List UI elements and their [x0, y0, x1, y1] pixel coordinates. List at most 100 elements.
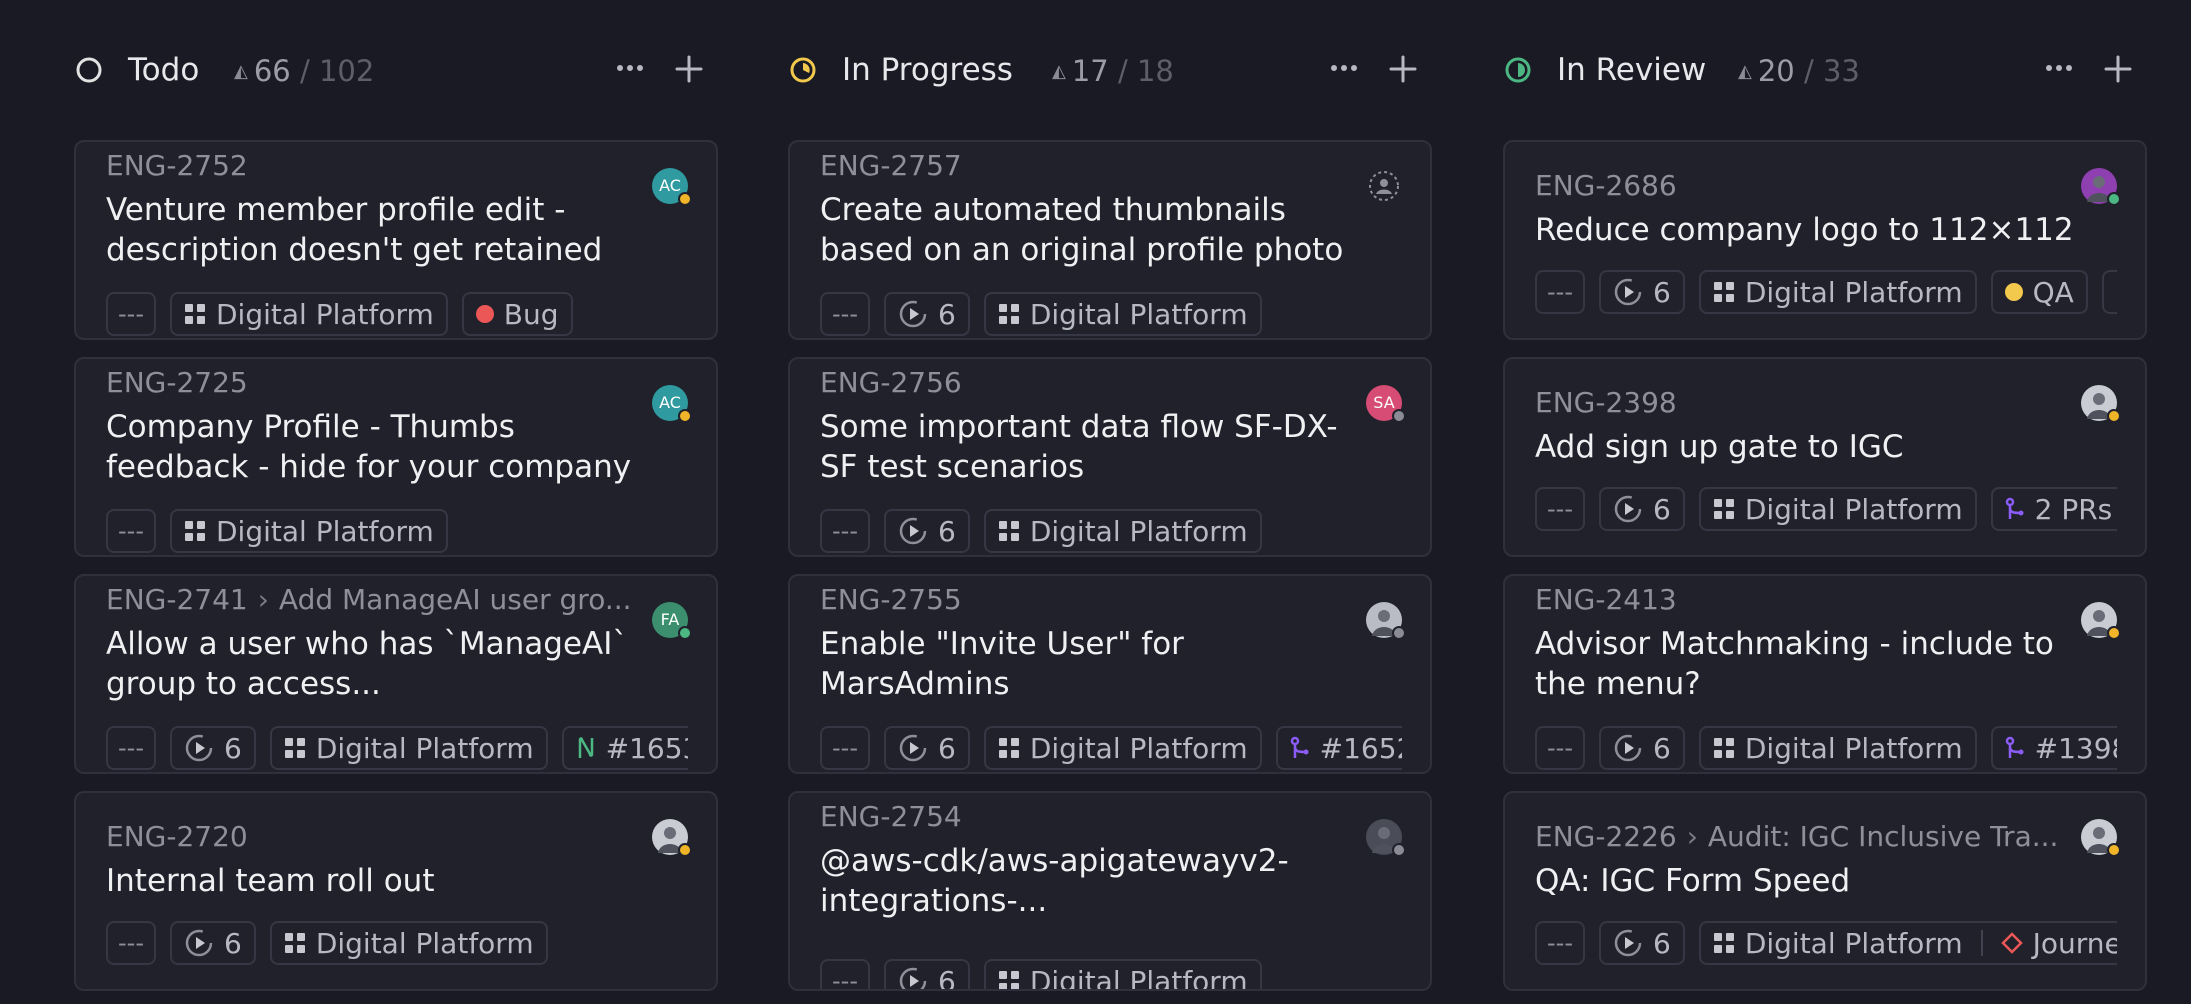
- milestone-label: Journeys -: [2032, 926, 2117, 960]
- cycle-chip[interactable]: 6: [169, 921, 256, 965]
- add-issue-icon[interactable]: [1386, 52, 1420, 86]
- cycle-chip[interactable]: 6: [883, 509, 970, 553]
- cycle-chip[interactable]: 6: [1598, 487, 1685, 531]
- priority-chip[interactable]: ---: [820, 292, 870, 336]
- pull-request-chip[interactable]: #1653: [561, 726, 688, 770]
- project-chip[interactable]: Digital Platform: [169, 509, 448, 553]
- estimate-total: / 18: [1117, 54, 1174, 88]
- priority-chip[interactable]: ---: [106, 726, 156, 770]
- pull-request-chip[interactable]: #1398: [1990, 726, 2117, 770]
- add-issue-icon[interactable]: [2101, 52, 2135, 86]
- more-options-icon[interactable]: [2041, 50, 2077, 86]
- issue-id: ENG-2686: [1535, 169, 1677, 202]
- priority-chip[interactable]: ---: [820, 959, 870, 989]
- issue-title: @aws-cdk/aws-apigatewayv2-integrations-.…: [820, 843, 1289, 919]
- column-estimate-count: ◭ 17 / 18: [1052, 52, 1174, 91]
- issue-card[interactable]: ENG-2413 Advisor Matchmaking - include to…: [1503, 574, 2147, 774]
- pull-request-chip[interactable]: #163: [2101, 270, 2117, 314]
- project-chip[interactable]: Digital Platform: [269, 921, 548, 965]
- assignee-avatar[interactable]: FA: [652, 602, 692, 640]
- cycle-icon: [1613, 277, 1643, 307]
- assignee-photo-avatar[interactable]: [2081, 385, 2121, 423]
- label-chip[interactable]: QA: [1990, 270, 2088, 314]
- priority-chip[interactable]: ---: [106, 292, 156, 336]
- issue-card[interactable]: ENG-2398 Add sign up gate to IGC --- 6 Digit…: [1503, 357, 2147, 557]
- chip-label: Digital Platform: [1744, 492, 1963, 526]
- parent-issue-title[interactable]: Audit: IGC Inclusive Tra...: [1708, 820, 2059, 853]
- cycle-chip[interactable]: 6: [883, 726, 970, 770]
- unassigned-icon[interactable]: [1366, 168, 1402, 204]
- add-issue-icon[interactable]: [672, 52, 706, 86]
- assignee-photo-avatar[interactable]: [1366, 819, 1406, 857]
- priority-chip[interactable]: ---: [820, 509, 870, 553]
- issue-card[interactable]: ENG-2755 Enable "Invite User" for MarsAdm…: [788, 574, 1432, 774]
- priority-chip[interactable]: ---: [1535, 921, 1585, 965]
- issue-title: Company Profile - Thumbs feedback - hide…: [106, 409, 632, 485]
- issue-id: ENG-2757: [820, 149, 962, 182]
- project-chip[interactable]: Digital Platform: [983, 509, 1262, 553]
- issue-identifier: ENG-2398: [1535, 385, 1677, 421]
- assignee-avatar[interactable]: SA: [1366, 385, 1406, 423]
- chip-label: Digital Platform: [215, 514, 434, 548]
- issue-card[interactable]: ENG-2741 › Add ManageAI user gro... Allow a…: [74, 574, 718, 774]
- presence-dot: [1392, 409, 1406, 423]
- priority-chip[interactable]: ---: [106, 921, 156, 965]
- project-chip[interactable]: Digital Platform: [269, 726, 548, 770]
- project-chip[interactable]: Digital Platform: [1698, 726, 1977, 770]
- label-chip[interactable]: Bug: [461, 292, 573, 336]
- pull-request-chip[interactable]: #1652: [1275, 726, 1402, 770]
- assignee-avatar[interactable]: AC: [652, 168, 692, 206]
- cycle-icon: [1613, 928, 1643, 958]
- milestone-icon: [2000, 932, 2023, 954]
- priority-chip[interactable]: ---: [106, 509, 156, 553]
- cycle-chip[interactable]: 6: [883, 292, 970, 336]
- priority-chip[interactable]: ---: [1535, 726, 1585, 770]
- assignee-photo-avatar[interactable]: [2081, 819, 2121, 857]
- issue-card[interactable]: ENG-2756 Some important data flow SF-DX-S…: [788, 357, 1432, 557]
- assignee-photo-avatar[interactable]: [2081, 168, 2121, 206]
- presence-dot: [1392, 843, 1406, 857]
- issue-title: Add sign up gate to IGC: [1535, 429, 1904, 465]
- project-chip[interactable]: Digital Platform: [983, 726, 1262, 770]
- issue-card[interactable]: ENG-2757 Create automated thumbnails base…: [788, 140, 1432, 340]
- in-progress-status-icon: [788, 55, 818, 85]
- column-header: Todo ◭ 66 / 102: [74, 42, 718, 98]
- assignee-photo-avatar[interactable]: [1366, 602, 1406, 640]
- more-options-icon[interactable]: [1326, 50, 1362, 86]
- cycle-chip[interactable]: 6: [1598, 921, 1685, 965]
- pull-request-chip[interactable]: 2 PRs: [1990, 487, 2117, 531]
- project-chip[interactable]: Digital Platform: [983, 959, 1262, 989]
- cycle-icon: [184, 733, 214, 763]
- project-chip[interactable]: Digital Platform: [1698, 487, 1977, 531]
- priority-chip[interactable]: ---: [820, 726, 870, 770]
- merged-pr-icon: [1290, 736, 1310, 760]
- issue-card[interactable]: ENG-2226 › Audit: IGC Inclusive Tra... QA: …: [1503, 791, 2147, 991]
- chip-label: 6: [1652, 275, 1671, 309]
- issue-card[interactable]: ENG-2686 Reduce company logo to 112×112 --…: [1503, 140, 2147, 340]
- assignee-avatar[interactable]: AC: [652, 385, 692, 423]
- project-icon: [284, 737, 306, 759]
- project-chip[interactable]: Digital Platform: [983, 292, 1262, 336]
- issue-card[interactable]: ENG-2754 @aws-cdk/aws-apigatewayv2-integr…: [788, 791, 1432, 991]
- assignee-photo-avatar[interactable]: [652, 819, 692, 857]
- chip-label: ---: [118, 517, 144, 545]
- priority-chip[interactable]: ---: [1535, 270, 1585, 314]
- presence-dot: [678, 843, 692, 857]
- cycle-chip[interactable]: 6: [883, 959, 970, 989]
- cycle-chip[interactable]: 6: [169, 726, 256, 770]
- project-chip[interactable]: Digital Platform: [169, 292, 448, 336]
- priority-chip[interactable]: ---: [1535, 487, 1585, 531]
- issue-card[interactable]: ENG-2725 Company Profile - Thumbs feedbac…: [74, 357, 718, 557]
- issue-card[interactable]: ENG-2752 Venture member profile edit - de…: [74, 140, 718, 340]
- project-icon: [998, 970, 1020, 989]
- issue-identifier: ENG-2755: [820, 582, 962, 618]
- chip-label: ---: [832, 300, 858, 328]
- cycle-chip[interactable]: 6: [1598, 270, 1685, 314]
- parent-issue-title[interactable]: Add ManageAI user gro...: [279, 583, 632, 616]
- project-chip[interactable]: Digital Platform: [1698, 270, 1977, 314]
- assignee-photo-avatar[interactable]: [2081, 602, 2121, 640]
- project-chip[interactable]: Digital Platform Journeys -: [1698, 921, 2117, 965]
- more-options-icon[interactable]: [612, 50, 648, 86]
- issue-card[interactable]: ENG-2720 Internal team roll out --- 6 Digita…: [74, 791, 718, 991]
- cycle-chip[interactable]: 6: [1598, 726, 1685, 770]
